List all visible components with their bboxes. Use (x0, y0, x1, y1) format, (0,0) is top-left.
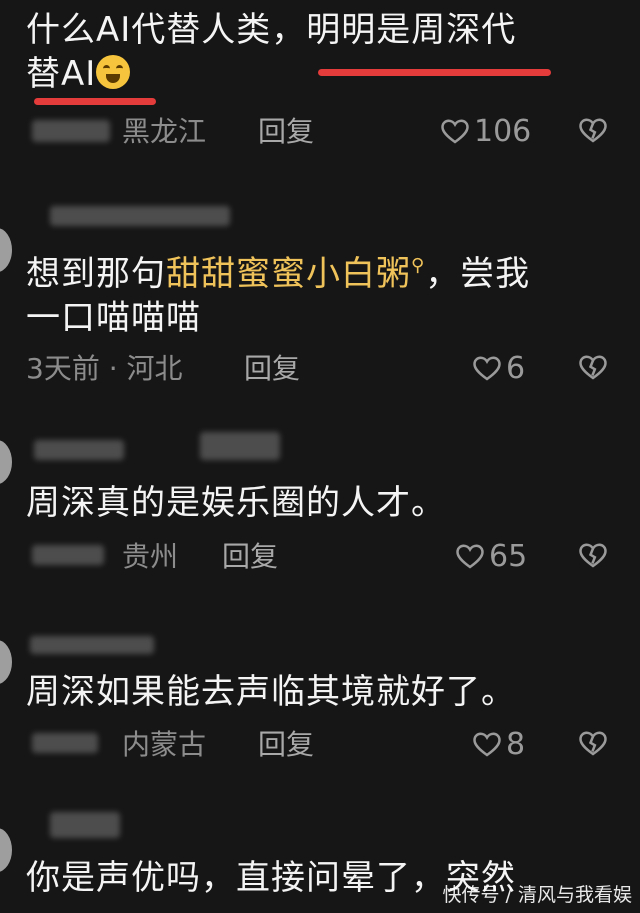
blurred-username (32, 733, 98, 753)
like-button[interactable]: 65 (455, 539, 527, 574)
heart-icon (473, 731, 501, 757)
comment-text-line: 替AI (26, 54, 97, 94)
like-count: 106 (474, 114, 532, 149)
comment-time-location: 3天前 · 河北 (26, 352, 183, 385)
like-count: 65 (489, 539, 528, 574)
laughing-crying-emoji-icon (96, 55, 131, 89)
comment-location: 内蒙古 (122, 728, 207, 761)
blurred-username (32, 120, 110, 142)
search-icon: ⚲ (411, 255, 426, 276)
red-underline-mark (34, 98, 156, 105)
like-count: 6 (506, 351, 526, 386)
reply-button[interactable]: 回复 (258, 112, 314, 152)
like-button[interactable]: 6 (472, 351, 525, 386)
comment-text-line: 一口喵喵喵 (26, 298, 201, 338)
broken-heart-icon[interactable] (578, 353, 608, 383)
heart-icon (456, 543, 484, 569)
comment-location: 黑龙江 (122, 115, 207, 148)
like-button[interactable]: 8 (472, 727, 525, 762)
blurred-username (34, 440, 124, 460)
comment-location: 贵州 (122, 540, 179, 573)
comment-text-line: 什么AI代替人类，明明是周深代 (26, 10, 517, 50)
blurred-username (32, 545, 104, 565)
comment-text: 周深真的是娱乐圈的人才。 (26, 483, 446, 523)
avatar[interactable] (0, 828, 12, 872)
heart-icon (441, 118, 469, 144)
broken-heart-icon[interactable] (578, 116, 608, 146)
like-count: 8 (506, 727, 526, 762)
comment-text: 想到那句甜甜蜜蜜小白粥⚲，尝我 一口喵喵喵 (26, 244, 616, 340)
reply-button[interactable]: 回复 (222, 537, 278, 577)
reply-button[interactable]: 回复 (258, 725, 314, 765)
broken-heart-icon[interactable] (578, 541, 608, 571)
blurred-username (50, 812, 120, 838)
reply-button[interactable]: 回复 (244, 349, 300, 389)
comment-text-line: ，尝我 (425, 254, 531, 294)
watermark: 快传号 / 清风与我看娱 (442, 884, 632, 906)
search-highlight-link[interactable]: 甜甜蜜蜜小白粥 (166, 254, 411, 294)
blurred-username (200, 432, 280, 460)
comment-text-line: 想到那句 (26, 254, 166, 294)
red-underline-mark (318, 69, 551, 76)
blurred-username (50, 206, 230, 226)
comment-text: 什么AI代替人类，明明是周深代 替AI (26, 8, 616, 96)
avatar[interactable] (0, 640, 12, 684)
avatar[interactable] (0, 440, 12, 484)
heart-icon (473, 355, 501, 381)
blurred-username (30, 636, 154, 654)
comment-text: 周深如果能去声临其境就好了。 (26, 672, 516, 712)
like-button[interactable]: 106 (440, 114, 531, 149)
broken-heart-icon[interactable] (578, 729, 608, 759)
avatar[interactable] (0, 228, 12, 272)
